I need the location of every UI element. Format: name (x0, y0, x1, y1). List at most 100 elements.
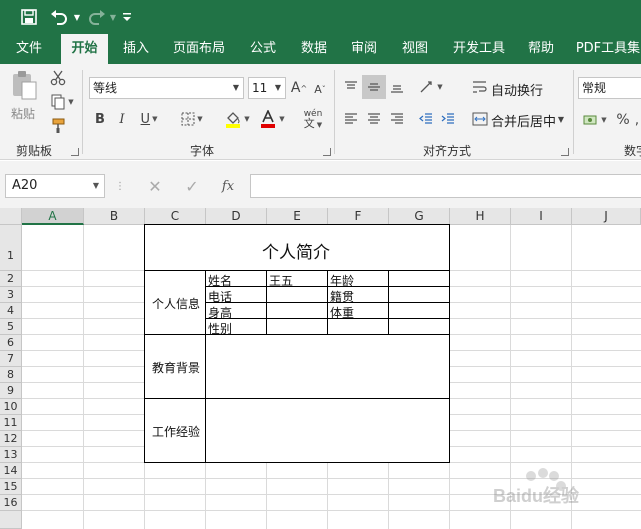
worksheet-grid[interactable]: A B C D E F G H I J 1 2 3 4 5 6 7 8 9 10… (0, 208, 641, 529)
tab-help[interactable]: 帮助 (521, 34, 561, 64)
cancel-icon[interactable]: ✕ (145, 176, 165, 196)
row-header-17[interactable] (0, 511, 22, 529)
wrap-text-icon[interactable] (470, 76, 490, 98)
fill-color-button[interactable]: ▼ (220, 107, 254, 131)
font-name-select[interactable]: 等线 ▼ (89, 77, 244, 99)
align-center-icon[interactable] (364, 109, 384, 129)
section-personal-info[interactable]: 个人信息 (152, 295, 200, 312)
tab-insert[interactable]: 插入 (116, 34, 156, 64)
customize-qat-icon[interactable] (120, 5, 134, 29)
borders-button[interactable]: ▼ (176, 108, 208, 130)
tab-pdf-tools[interactable]: PDF工具集 (575, 34, 641, 64)
accounting-format-icon[interactable]: ▼ (580, 109, 610, 131)
merge-dropdown-icon[interactable]: ▼ (555, 112, 567, 126)
align-bottom-icon[interactable] (387, 77, 407, 97)
underline-button[interactable]: U ▼ (135, 108, 163, 130)
cut-icon[interactable] (47, 68, 69, 88)
field-name-label[interactable]: 姓名 (208, 272, 232, 289)
field-name-value[interactable]: 王五 (269, 272, 293, 289)
enter-icon[interactable]: ✓ (182, 176, 202, 196)
italic-button[interactable]: I (113, 108, 131, 130)
tab-review[interactable]: 审阅 (344, 34, 384, 64)
orientation-icon[interactable]: ▼ (416, 77, 446, 97)
row-header-1[interactable]: 1 (0, 225, 22, 271)
number-format-select[interactable]: 常规 (578, 77, 641, 99)
undo-dropdown-icon[interactable]: ▼ (71, 5, 83, 29)
copy-icon[interactable]: ▼ (46, 92, 78, 112)
row-header-11[interactable]: 11 (0, 415, 22, 431)
column-header-j[interactable]: J (572, 208, 641, 225)
row-header-16[interactable]: 16 (0, 495, 22, 511)
field-origin-label[interactable]: 籍贯 (330, 288, 354, 305)
column-header-e[interactable]: E (267, 208, 328, 225)
redo-icon[interactable] (84, 5, 110, 29)
font-launcher-icon[interactable] (323, 148, 331, 156)
insert-function-button[interactable]: fx (217, 176, 239, 196)
column-header-i[interactable]: I (511, 208, 572, 225)
bold-button[interactable]: B (91, 108, 109, 130)
field-phone-label[interactable]: 电话 (208, 288, 232, 305)
align-middle-icon[interactable] (362, 75, 386, 99)
row-header-2[interactable]: 2 (0, 271, 22, 287)
tab-home[interactable]: 开始 (61, 34, 108, 64)
column-header-c[interactable]: C (145, 208, 206, 225)
paste-button[interactable]: 粘贴 (11, 105, 35, 122)
tab-formulas[interactable]: 公式 (243, 34, 283, 64)
align-top-icon[interactable] (341, 77, 361, 97)
select-all-corner[interactable] (0, 208, 22, 225)
tab-file[interactable]: 文件 (9, 34, 49, 64)
tab-page-layout[interactable]: 页面布局 (168, 34, 230, 64)
row-header-15[interactable]: 15 (0, 479, 22, 495)
resume-title[interactable]: 个人简介 (262, 238, 330, 263)
save-icon[interactable] (16, 5, 42, 29)
section-education[interactable]: 教育背景 (152, 359, 200, 376)
section-work-experience[interactable]: 工作经验 (152, 423, 200, 440)
tab-developer[interactable]: 开发工具 (449, 34, 509, 64)
shrink-font-button[interactable]: Aˇ (312, 79, 328, 99)
column-header-g[interactable]: G (389, 208, 450, 225)
merge-center-button[interactable]: 合并后居中 (491, 111, 556, 130)
row-header-4[interactable]: 4 (0, 303, 22, 319)
formula-input[interactable] (250, 174, 641, 198)
column-header-a[interactable]: A (22, 208, 84, 225)
align-right-icon[interactable] (387, 109, 407, 129)
percent-button[interactable]: % (614, 109, 632, 131)
tab-data[interactable]: 数据 (294, 34, 334, 64)
field-height-label[interactable]: 身高 (208, 304, 232, 321)
row-header-14[interactable]: 14 (0, 463, 22, 479)
alignment-launcher-icon[interactable] (561, 148, 569, 156)
row-header-3[interactable]: 3 (0, 287, 22, 303)
column-header-d[interactable]: D (206, 208, 267, 225)
paste-icon[interactable] (8, 70, 40, 100)
row-header-8[interactable]: 8 (0, 367, 22, 383)
column-header-f[interactable]: F (328, 208, 389, 225)
clipboard-launcher-icon[interactable] (71, 148, 79, 156)
row-header-6[interactable]: 6 (0, 335, 22, 351)
field-gender-label[interactable]: 性别 (208, 320, 232, 337)
grow-font-button[interactable]: A ^ (290, 77, 308, 99)
row-header-13[interactable]: 13 (0, 447, 22, 463)
name-box[interactable]: A20 ▼ (5, 174, 105, 198)
merge-center-icon[interactable] (470, 108, 490, 130)
comma-style-button[interactable]: , (632, 109, 641, 131)
row-header-7[interactable]: 7 (0, 351, 22, 367)
decrease-indent-icon[interactable] (416, 109, 436, 129)
format-painter-icon[interactable] (47, 116, 69, 136)
wrap-text-button[interactable]: 自动换行 (491, 80, 543, 99)
redo-dropdown-icon[interactable]: ▼ (108, 5, 118, 29)
row-header-5[interactable]: 5 (0, 319, 22, 335)
row-header-12[interactable]: 12 (0, 431, 22, 447)
field-age-label[interactable]: 年龄 (330, 272, 354, 289)
row-header-10[interactable]: 10 (0, 399, 22, 415)
increase-indent-icon[interactable] (438, 109, 458, 129)
column-header-b[interactable]: B (84, 208, 145, 225)
phonetic-button[interactable]: wén 文 ▼ (298, 108, 328, 132)
column-header-h[interactable]: H (450, 208, 511, 225)
font-size-select[interactable]: 11 ▼ (248, 77, 286, 99)
tab-view[interactable]: 视图 (395, 34, 435, 64)
undo-icon[interactable] (46, 5, 72, 29)
row-header-9[interactable]: 9 (0, 383, 22, 399)
field-weight-label[interactable]: 体重 (330, 304, 354, 321)
align-left-icon[interactable] (341, 109, 361, 129)
font-color-button[interactable]: ▼ (255, 107, 289, 131)
